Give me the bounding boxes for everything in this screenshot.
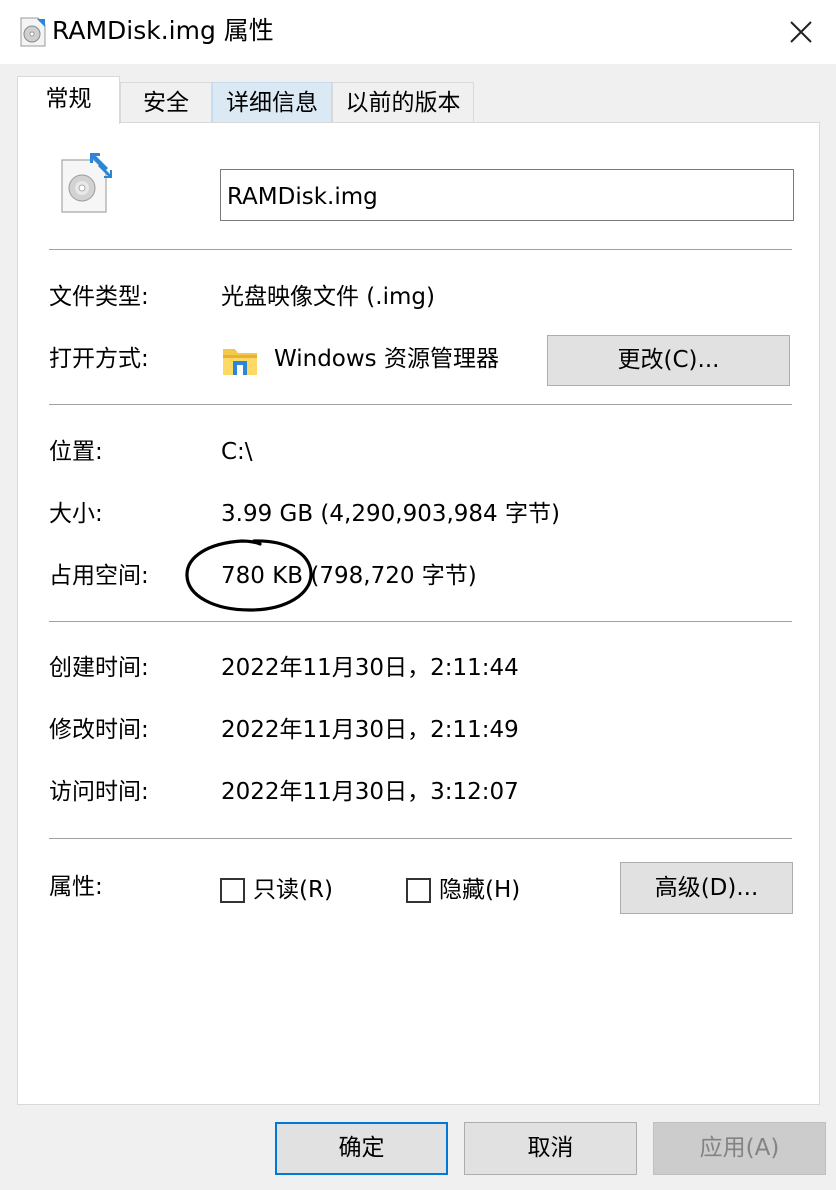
modified-label: 修改时间: — [49, 717, 149, 743]
apply-button[interactable]: 应用(A) — [653, 1122, 826, 1175]
tab-general[interactable]: 常规 — [17, 76, 120, 124]
opens-with-label: 打开方式: — [49, 346, 149, 372]
readonly-checkbox-box[interactable] — [220, 877, 245, 903]
tab-panel-general — [17, 122, 820, 1105]
accessed-label: 访问时间: — [49, 779, 149, 805]
readonly-checkbox[interactable]: 只读(R) — [220, 874, 333, 906]
separator — [49, 249, 792, 250]
location-label: 位置: — [49, 439, 103, 465]
location-value: C:\ — [221, 439, 253, 465]
attributes-label: 属性: — [49, 874, 103, 900]
accessed-value: 2022年11月30日，3:12:07 — [221, 779, 519, 805]
window-title: RAMDisk.img 属性 — [52, 16, 274, 45]
cancel-button[interactable]: 取消 — [464, 1122, 637, 1175]
hidden-checkbox-box[interactable] — [406, 877, 431, 903]
separator — [49, 621, 792, 622]
created-value: 2022年11月30日，2:11:44 — [221, 655, 519, 681]
hidden-checkbox-label: 隐藏(H) — [439, 877, 521, 903]
change-button[interactable]: 更改(C)... — [547, 335, 790, 386]
disc-image-file-icon — [61, 153, 112, 213]
created-label: 创建时间: — [49, 655, 149, 681]
hand-drawn-circle-annotation — [185, 539, 313, 612]
disc-image-file-icon — [20, 17, 46, 47]
close-button[interactable] — [766, 0, 836, 64]
file-type-label: 文件类型: — [49, 284, 149, 310]
separator — [49, 404, 792, 405]
ok-button[interactable]: 确定 — [275, 1122, 448, 1175]
advanced-button[interactable]: 高级(D)... — [620, 862, 793, 914]
tab-security[interactable]: 安全 — [120, 82, 212, 122]
readonly-checkbox-label: 只读(R) — [253, 877, 333, 903]
separator — [49, 838, 792, 839]
tab-previous-versions[interactable]: 以前的版本 — [332, 82, 474, 122]
modified-value: 2022年11月30日，2:11:49 — [221, 717, 519, 743]
tab-details[interactable]: 详细信息 — [212, 82, 332, 122]
title-bar: RAMDisk.img 属性 — [0, 0, 836, 64]
close-icon — [790, 21, 812, 43]
file-explorer-icon — [223, 349, 257, 375]
opens-with-value: Windows 资源管理器 — [274, 346, 499, 372]
file-name-input[interactable] — [220, 169, 794, 221]
file-type-value: 光盘映像文件 (.img) — [221, 284, 435, 310]
size-value: 3.99 GB (4,290,903,984 字节) — [221, 501, 560, 527]
hidden-checkbox[interactable]: 隐藏(H) — [406, 874, 520, 906]
size-label: 大小: — [49, 501, 103, 527]
size-on-disk-label: 占用空间: — [49, 563, 149, 589]
